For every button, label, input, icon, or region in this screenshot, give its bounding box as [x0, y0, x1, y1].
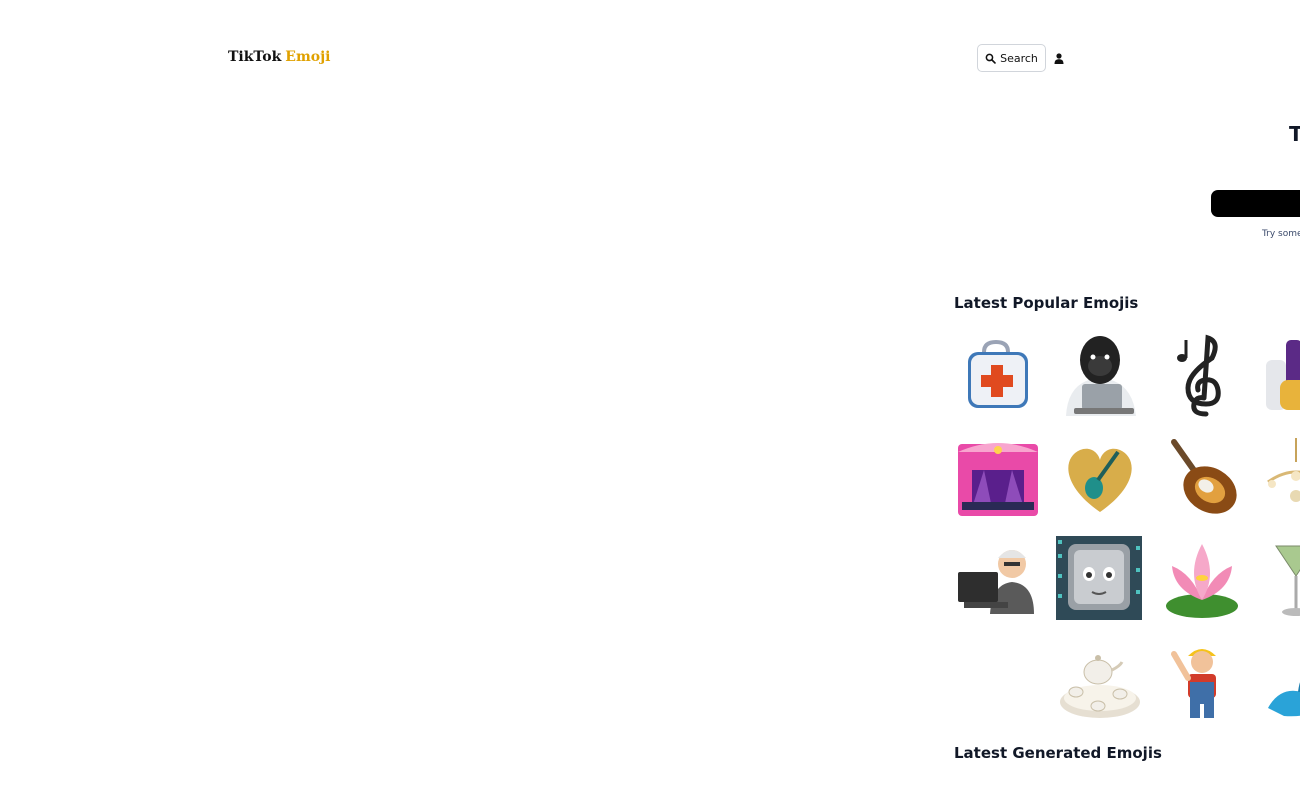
logo-text-emoji: Emoji: [285, 49, 331, 65]
emoji-tile-gorilla-laptop[interactable]: [1056, 330, 1144, 418]
tea-set-icon: [1060, 655, 1140, 718]
site-header: TikTok Emoji Search: [0, 0, 1300, 110]
logo-text-tiktok: TikTok: [228, 49, 282, 65]
golden-heart-guitar-icon: [1068, 448, 1132, 512]
hero-prompt-input[interactable]: [1211, 190, 1300, 217]
user-icon: [1054, 52, 1064, 64]
chandelier-icon: [1267, 438, 1300, 502]
generated-emojis-heading: Latest Generated Emojis: [954, 744, 1162, 762]
search-icon: [985, 53, 996, 64]
emoji-tile-chandelier[interactable]: [1260, 432, 1300, 520]
search-button[interactable]: Search: [977, 44, 1046, 72]
gorilla-laptop-icon: [1066, 336, 1136, 416]
emoji-tile-chess-pieces[interactable]: [1260, 330, 1300, 418]
site-logo[interactable]: TikTok Emoji: [228, 49, 331, 65]
emoji-tile-genie-lamp[interactable]: [1260, 636, 1300, 724]
emoji-tile-lotus-flower[interactable]: [1158, 534, 1246, 622]
emoji-tile-electric-guitar[interactable]: [1158, 432, 1246, 520]
search-button-label: Search: [1000, 51, 1038, 65]
emoji-tile-construction-worker[interactable]: [1158, 636, 1246, 724]
emoji-tile-elderly-man-computer[interactable]: [954, 534, 1042, 622]
user-account-button[interactable]: [1051, 49, 1067, 67]
computer-screen-face-icon: [1056, 536, 1142, 620]
emoji-tile-treble-clef[interactable]: [1158, 330, 1246, 418]
martini-glass-icon: [1275, 545, 1300, 616]
elderly-man-computer-icon: [958, 550, 1034, 614]
emoji-tile-computer-screen-face[interactable]: [1056, 534, 1144, 622]
lotus-flower-icon: [1166, 544, 1238, 618]
treble-clef-icon: [1177, 334, 1221, 417]
first-aid-kit-icon: [968, 339, 1028, 408]
popular-emojis-heading: Latest Popular Emojis: [954, 294, 1139, 312]
hero-hint-text: Try some: [1262, 229, 1300, 239]
emoji-tile-theater-stage[interactable]: [954, 432, 1042, 520]
theater-stage-icon: [958, 443, 1038, 516]
hero-title: T: [1289, 122, 1300, 146]
emoji-tile-golden-heart-guitar[interactable]: [1056, 432, 1144, 520]
emoji-tile-tea-set[interactable]: [1056, 636, 1144, 724]
construction-worker-icon: [1171, 649, 1216, 718]
chess-pieces-icon: [1266, 340, 1300, 410]
emoji-tile-martini-glass[interactable]: [1260, 534, 1300, 622]
emoji-tile-first-aid-kit[interactable]: [954, 330, 1042, 418]
emoji-tile-empty[interactable]: [954, 636, 1042, 724]
electric-guitar-icon: [1171, 439, 1237, 514]
genie-lamp-icon: [1268, 682, 1300, 717]
